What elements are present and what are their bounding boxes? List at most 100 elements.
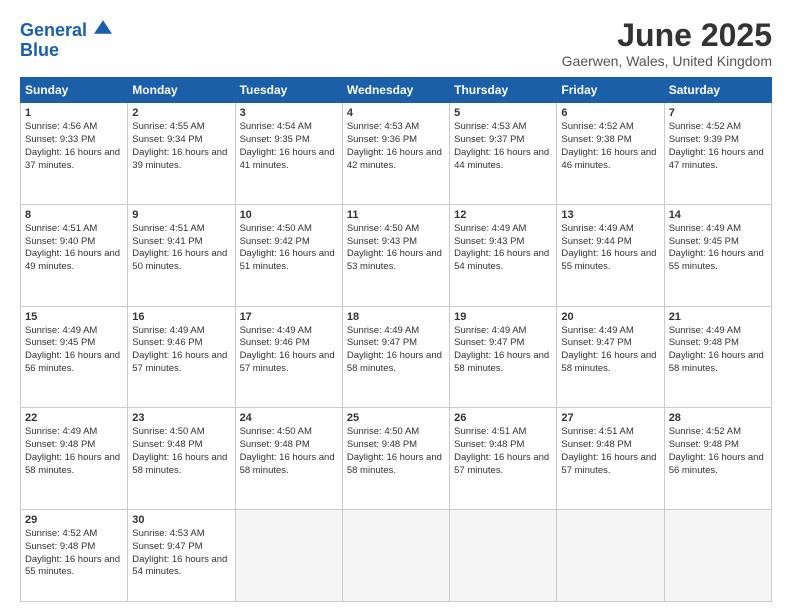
logo: General Blue xyxy=(20,18,112,61)
day-number: 15 xyxy=(25,311,123,323)
cell-text: Sunrise: 4:50 AMSunset: 9:48 PMDaylight:… xyxy=(347,426,442,475)
calendar-week-3: 15 Sunrise: 4:49 AMSunset: 9:45 PMDayligh… xyxy=(21,306,772,408)
cell-text: Sunrise: 4:50 AMSunset: 9:48 PMDaylight:… xyxy=(240,426,335,475)
day-number: 26 xyxy=(454,412,552,424)
day-number: 12 xyxy=(454,209,552,221)
cell-text: Sunrise: 4:49 AMSunset: 9:48 PMDaylight:… xyxy=(669,325,764,374)
day-number: 30 xyxy=(132,514,230,526)
cell-text: Sunrise: 4:49 AMSunset: 9:47 PMDaylight:… xyxy=(561,325,656,374)
cell-text: Sunrise: 4:51 AMSunset: 9:48 PMDaylight:… xyxy=(561,426,656,475)
calendar-cell: 24 Sunrise: 4:50 AMSunset: 9:48 PMDayligh… xyxy=(235,408,342,510)
calendar-cell: 11Sunrise: 4:50 AMSunset: 9:43 PMDayligh… xyxy=(342,204,449,306)
cell-text: Sunrise: 4:51 AMSunset: 9:40 PMDaylight:… xyxy=(25,223,120,272)
logo-line2: Blue xyxy=(20,41,59,61)
cell-text: Sunrise: 4:54 AMSunset: 9:35 PMDaylight:… xyxy=(240,121,335,170)
calendar-cell: 21 Sunrise: 4:49 AMSunset: 9:48 PMDayligh… xyxy=(664,306,771,408)
cell-text: Sunrise: 4:55 AMSunset: 9:34 PMDaylight:… xyxy=(132,121,227,170)
cell-text: Sunrise: 4:49 AMSunset: 9:44 PMDaylight:… xyxy=(561,223,656,272)
day-number: 9 xyxy=(132,209,230,221)
day-number: 18 xyxy=(347,311,445,323)
day-number: 10 xyxy=(240,209,338,221)
cell-text: Sunrise: 4:50 AMSunset: 9:43 PMDaylight:… xyxy=(347,223,442,272)
day-number: 20 xyxy=(561,311,659,323)
day-number: 7 xyxy=(669,107,767,119)
cell-text: Sunrise: 4:51 AMSunset: 9:48 PMDaylight:… xyxy=(454,426,549,475)
calendar-cell: 9 Sunrise: 4:51 AMSunset: 9:41 PMDaylight… xyxy=(128,204,235,306)
calendar-cell: 15 Sunrise: 4:49 AMSunset: 9:45 PMDayligh… xyxy=(21,306,128,408)
cell-text: Sunrise: 4:49 AMSunset: 9:45 PMDaylight:… xyxy=(669,223,764,272)
day-number: 4 xyxy=(347,107,445,119)
logo-icon xyxy=(94,18,112,36)
logo-text: General xyxy=(20,18,112,41)
cell-text: Sunrise: 4:52 AMSunset: 9:39 PMDaylight:… xyxy=(669,121,764,170)
calendar-header-saturday: Saturday xyxy=(664,78,771,103)
day-number: 13 xyxy=(561,209,659,221)
cell-text: Sunrise: 4:49 AMSunset: 9:43 PMDaylight:… xyxy=(454,223,549,272)
calendar-cell: 20 Sunrise: 4:49 AMSunset: 9:47 PMDayligh… xyxy=(557,306,664,408)
cell-text: Sunrise: 4:49 AMSunset: 9:46 PMDaylight:… xyxy=(240,325,335,374)
calendar-header-friday: Friday xyxy=(557,78,664,103)
calendar-cell xyxy=(557,509,664,601)
cell-text: Sunrise: 4:50 AMSunset: 9:48 PMDaylight:… xyxy=(132,426,227,475)
calendar-cell: 5Sunrise: 4:53 AMSunset: 9:37 PMDaylight… xyxy=(450,103,557,205)
calendar-cell: 29 Sunrise: 4:52 AMSunset: 9:48 PMDayligh… xyxy=(21,509,128,601)
calendar-cell: 10Sunrise: 4:50 AMSunset: 9:42 PMDayligh… xyxy=(235,204,342,306)
day-number: 1 xyxy=(25,107,123,119)
header: General Blue June 2025 Gaerwen, Wales, U… xyxy=(20,18,772,69)
day-number: 5 xyxy=(454,107,552,119)
cell-text: Sunrise: 4:56 AMSunset: 9:33 PMDaylight:… xyxy=(25,121,120,170)
calendar-header-row: SundayMondayTuesdayWednesdayThursdayFrid… xyxy=(21,78,772,103)
location: Gaerwen, Wales, United Kingdom xyxy=(562,53,772,69)
calendar-cell: 13 Sunrise: 4:49 AMSunset: 9:44 PMDayligh… xyxy=(557,204,664,306)
calendar-cell xyxy=(235,509,342,601)
title-block: June 2025 Gaerwen, Wales, United Kingdom xyxy=(562,18,772,69)
cell-text: Sunrise: 4:49 AMSunset: 9:46 PMDaylight:… xyxy=(132,325,227,374)
day-number: 2 xyxy=(132,107,230,119)
cell-text: Sunrise: 4:52 AMSunset: 9:48 PMDaylight:… xyxy=(669,426,764,475)
day-number: 28 xyxy=(669,412,767,424)
cell-text: Sunrise: 4:49 AMSunset: 9:48 PMDaylight:… xyxy=(25,426,120,475)
cell-text: Sunrise: 4:52 AMSunset: 9:38 PMDaylight:… xyxy=(561,121,656,170)
calendar-table: SundayMondayTuesdayWednesdayThursdayFrid… xyxy=(20,77,772,602)
cell-text: Sunrise: 4:52 AMSunset: 9:48 PMDaylight:… xyxy=(25,528,120,577)
calendar-cell xyxy=(342,509,449,601)
cell-text: Sunrise: 4:49 AMSunset: 9:47 PMDaylight:… xyxy=(347,325,442,374)
calendar-cell xyxy=(450,509,557,601)
calendar-header-sunday: Sunday xyxy=(21,78,128,103)
day-number: 17 xyxy=(240,311,338,323)
logo-line1: General xyxy=(20,20,87,40)
calendar-cell: 25 Sunrise: 4:50 AMSunset: 9:48 PMDayligh… xyxy=(342,408,449,510)
day-number: 3 xyxy=(240,107,338,119)
calendar-cell: 1 Sunrise: 4:56 AMSunset: 9:33 PMDaylight… xyxy=(21,103,128,205)
calendar-cell: 2 Sunrise: 4:55 AMSunset: 9:34 PMDaylight… xyxy=(128,103,235,205)
cell-text: Sunrise: 4:51 AMSunset: 9:41 PMDaylight:… xyxy=(132,223,227,272)
calendar-header-monday: Monday xyxy=(128,78,235,103)
day-number: 25 xyxy=(347,412,445,424)
day-number: 24 xyxy=(240,412,338,424)
day-number: 14 xyxy=(669,209,767,221)
day-number: 21 xyxy=(669,311,767,323)
calendar-header-tuesday: Tuesday xyxy=(235,78,342,103)
calendar-cell: 3 Sunrise: 4:54 AMSunset: 9:35 PMDaylight… xyxy=(235,103,342,205)
day-number: 16 xyxy=(132,311,230,323)
day-number: 6 xyxy=(561,107,659,119)
cell-text: Sunrise: 4:53 AMSunset: 9:36 PMDaylight:… xyxy=(347,121,442,170)
calendar-cell: 18 Sunrise: 4:49 AMSunset: 9:47 PMDayligh… xyxy=(342,306,449,408)
page: General Blue June 2025 Gaerwen, Wales, U… xyxy=(0,0,792,612)
day-number: 8 xyxy=(25,209,123,221)
calendar-cell: 23 Sunrise: 4:50 AMSunset: 9:48 PMDayligh… xyxy=(128,408,235,510)
cell-text: Sunrise: 4:49 AMSunset: 9:45 PMDaylight:… xyxy=(25,325,120,374)
calendar-cell: 28 Sunrise: 4:52 AMSunset: 9:48 PMDayligh… xyxy=(664,408,771,510)
calendar-cell: 14 Sunrise: 4:49 AMSunset: 9:45 PMDayligh… xyxy=(664,204,771,306)
day-number: 19 xyxy=(454,311,552,323)
month-title: June 2025 xyxy=(562,18,772,53)
calendar-cell: 8 Sunrise: 4:51 AMSunset: 9:40 PMDaylight… xyxy=(21,204,128,306)
day-number: 23 xyxy=(132,412,230,424)
day-number: 29 xyxy=(25,514,123,526)
calendar-cell: 6 Sunrise: 4:52 AMSunset: 9:38 PMDaylight… xyxy=(557,103,664,205)
calendar-cell: 27 Sunrise: 4:51 AMSunset: 9:48 PMDayligh… xyxy=(557,408,664,510)
calendar-week-5: 29 Sunrise: 4:52 AMSunset: 9:48 PMDayligh… xyxy=(21,509,772,601)
day-number: 27 xyxy=(561,412,659,424)
calendar-cell: 16 Sunrise: 4:49 AMSunset: 9:46 PMDayligh… xyxy=(128,306,235,408)
calendar-header-wednesday: Wednesday xyxy=(342,78,449,103)
